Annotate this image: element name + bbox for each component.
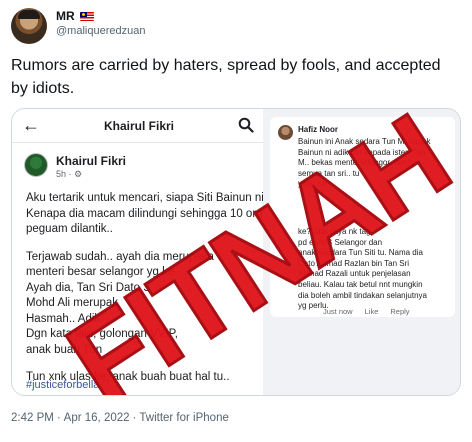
comment-like: Like xyxy=(364,307,379,316)
tweet-media-image[interactable]: ← Khairul Fikri Khairul Fikri 5h · ⚙ Aku… xyxy=(11,108,461,396)
footer-separator: · xyxy=(56,412,61,424)
post-author-avatar xyxy=(24,153,48,177)
author-display-name[interactable]: MR xyxy=(56,9,75,23)
facebook-header-title: Khairul Fikri xyxy=(104,119,175,133)
commenter-avatar xyxy=(278,125,293,140)
tweet-source[interactable]: Twitter for iPhone xyxy=(139,412,228,424)
malaysia-flag-icon xyxy=(79,11,94,21)
comment-actions: Just now Like Reply xyxy=(323,307,410,316)
facebook-header-bar: ← Khairul Fikri xyxy=(12,109,263,143)
post-meta: 5h · ⚙ xyxy=(56,169,83,179)
search-icon xyxy=(238,117,254,133)
tweet: MR @maliqueredzuan Rumors are carried by… xyxy=(0,0,472,442)
tweet-time[interactable]: 2:42 PM xyxy=(11,412,54,424)
post-author-name: Khairul Fikri xyxy=(56,154,127,168)
tweet-text: Rumors are carried by haters, spread by … xyxy=(11,57,441,97)
comment-reply: Reply xyxy=(390,307,410,316)
author-name-row: MR xyxy=(56,9,94,23)
comment-time: Just now xyxy=(323,307,353,316)
tweet-date[interactable]: Apr 16, 2022 xyxy=(64,412,130,424)
tweet-footer: 2:42 PM · Apr 16, 2022 · Twitter for iPh… xyxy=(11,412,229,424)
author-handle[interactable]: @maliqueredzuan xyxy=(56,25,145,37)
arrow-left-icon: ← xyxy=(22,115,40,135)
author-avatar[interactable] xyxy=(11,8,47,44)
footer-separator: · xyxy=(132,412,137,424)
